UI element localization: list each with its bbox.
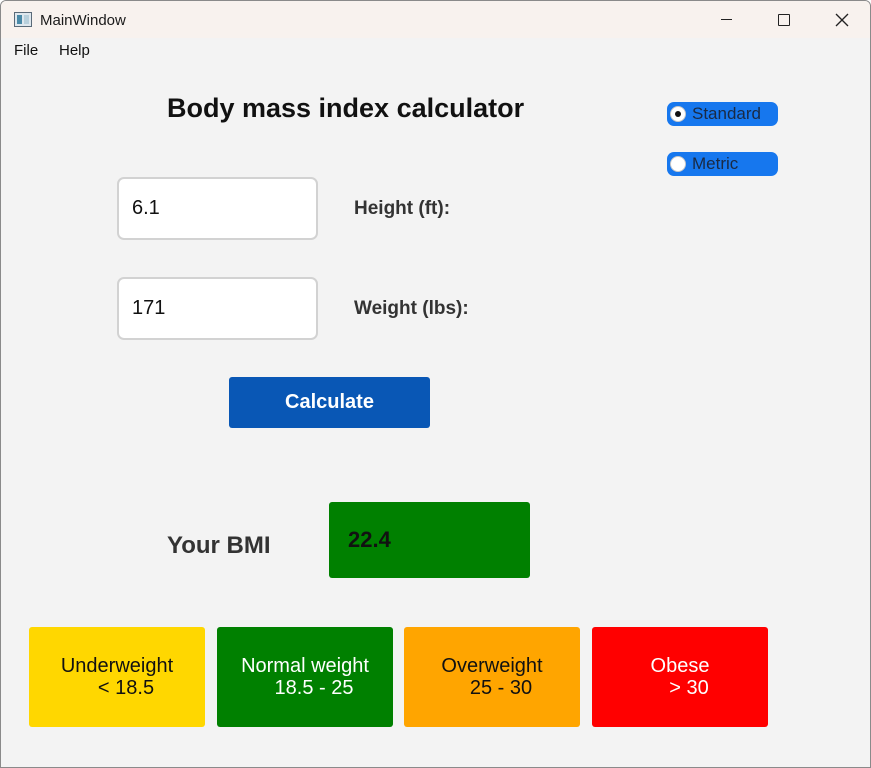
calculate-button[interactable]: Calculate bbox=[229, 377, 430, 428]
minimize-button[interactable] bbox=[697, 1, 755, 38]
radio-checked-icon bbox=[670, 106, 686, 122]
category-range: 25 - 30 bbox=[469, 677, 533, 699]
category-range: > 30 bbox=[669, 677, 709, 699]
category-underweight: Underweight < 18.5 bbox=[29, 627, 205, 727]
radio-unchecked-icon bbox=[670, 156, 686, 172]
unit-standard-radio[interactable]: Standard bbox=[667, 102, 778, 126]
category-obese: Obese > 30 bbox=[592, 627, 768, 727]
main-window: MainWindow File Help Body mass index cal… bbox=[0, 0, 871, 768]
menu-help[interactable]: Help bbox=[59, 42, 90, 59]
height-input[interactable] bbox=[117, 177, 318, 240]
maximize-button[interactable] bbox=[755, 1, 813, 38]
window-title: MainWindow bbox=[40, 12, 126, 29]
category-normal-weight: Normal weight 18.5 - 25 bbox=[217, 627, 393, 727]
menu-bar: File Help bbox=[1, 38, 870, 62]
page-title: Body mass index calculator bbox=[167, 93, 525, 123]
weight-label: Weight (lbs): bbox=[354, 298, 469, 319]
height-label: Height (ft): bbox=[354, 198, 451, 219]
unit-standard-label: Standard bbox=[692, 104, 761, 123]
close-icon bbox=[835, 13, 849, 26]
category-name: Normal weight bbox=[241, 655, 369, 677]
category-name: Obese bbox=[650, 655, 710, 677]
category-overweight: Overweight 25 - 30 bbox=[404, 627, 580, 727]
maximize-icon bbox=[778, 13, 790, 26]
minimize-icon bbox=[720, 19, 732, 20]
category-range: < 18.5 bbox=[97, 677, 155, 699]
app-window-icon bbox=[14, 12, 32, 27]
weight-input[interactable] bbox=[117, 277, 318, 340]
category-name: Underweight bbox=[60, 655, 174, 677]
bmi-result-value: 22.4 bbox=[329, 502, 530, 578]
close-button[interactable] bbox=[813, 1, 870, 38]
unit-metric-radio[interactable]: Metric bbox=[667, 152, 778, 176]
title-bar[interactable]: MainWindow bbox=[1, 1, 870, 38]
category-range: 18.5 - 25 bbox=[274, 677, 354, 699]
category-name: Overweight bbox=[441, 655, 543, 677]
menu-file[interactable]: File bbox=[14, 42, 38, 59]
unit-metric-label: Metric bbox=[692, 154, 739, 173]
bmi-result-label: Your BMI bbox=[167, 532, 271, 559]
